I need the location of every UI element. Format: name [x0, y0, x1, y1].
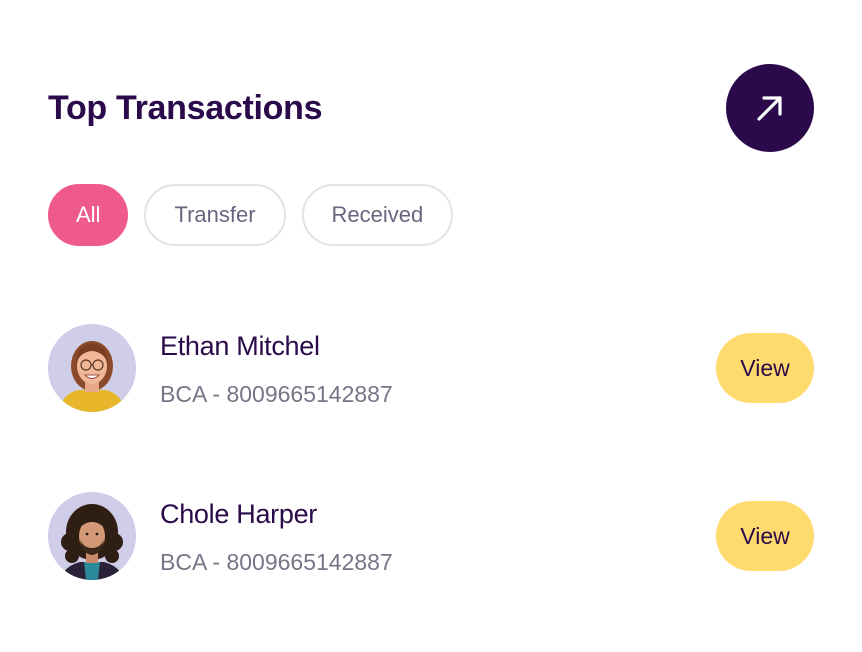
filter-transfer[interactable]: Transfer — [144, 184, 286, 246]
avatar — [48, 492, 136, 580]
filter-all[interactable]: All — [48, 184, 129, 246]
transaction-name: Chole Harper — [160, 499, 317, 529]
filter-tabs: All Transfer Received — [48, 184, 454, 246]
transaction-name: Ethan Mitchel — [160, 331, 320, 361]
avatar-man-image — [48, 492, 136, 580]
page-title: Top Transactions — [48, 89, 323, 127]
avatar — [48, 324, 136, 412]
filter-received[interactable]: Received — [301, 184, 454, 246]
avatar-woman-image — [48, 324, 136, 412]
transaction-row: Ethan Mitchel BCA - 8009665142887 View — [48, 324, 814, 412]
transaction-row: Chole Harper BCA - 8009665142887 View — [48, 492, 814, 580]
view-button[interactable]: View — [716, 333, 814, 403]
transaction-account: BCA - 8009665142887 — [160, 381, 393, 407]
arrow-up-right-icon — [757, 96, 782, 121]
top-transactions-card: Top Transactions All Transfer Received E… — [0, 0, 862, 652]
expand-button[interactable] — [726, 64, 814, 152]
transaction-account: BCA - 8009665142887 — [160, 549, 393, 575]
view-button[interactable]: View — [716, 501, 814, 571]
